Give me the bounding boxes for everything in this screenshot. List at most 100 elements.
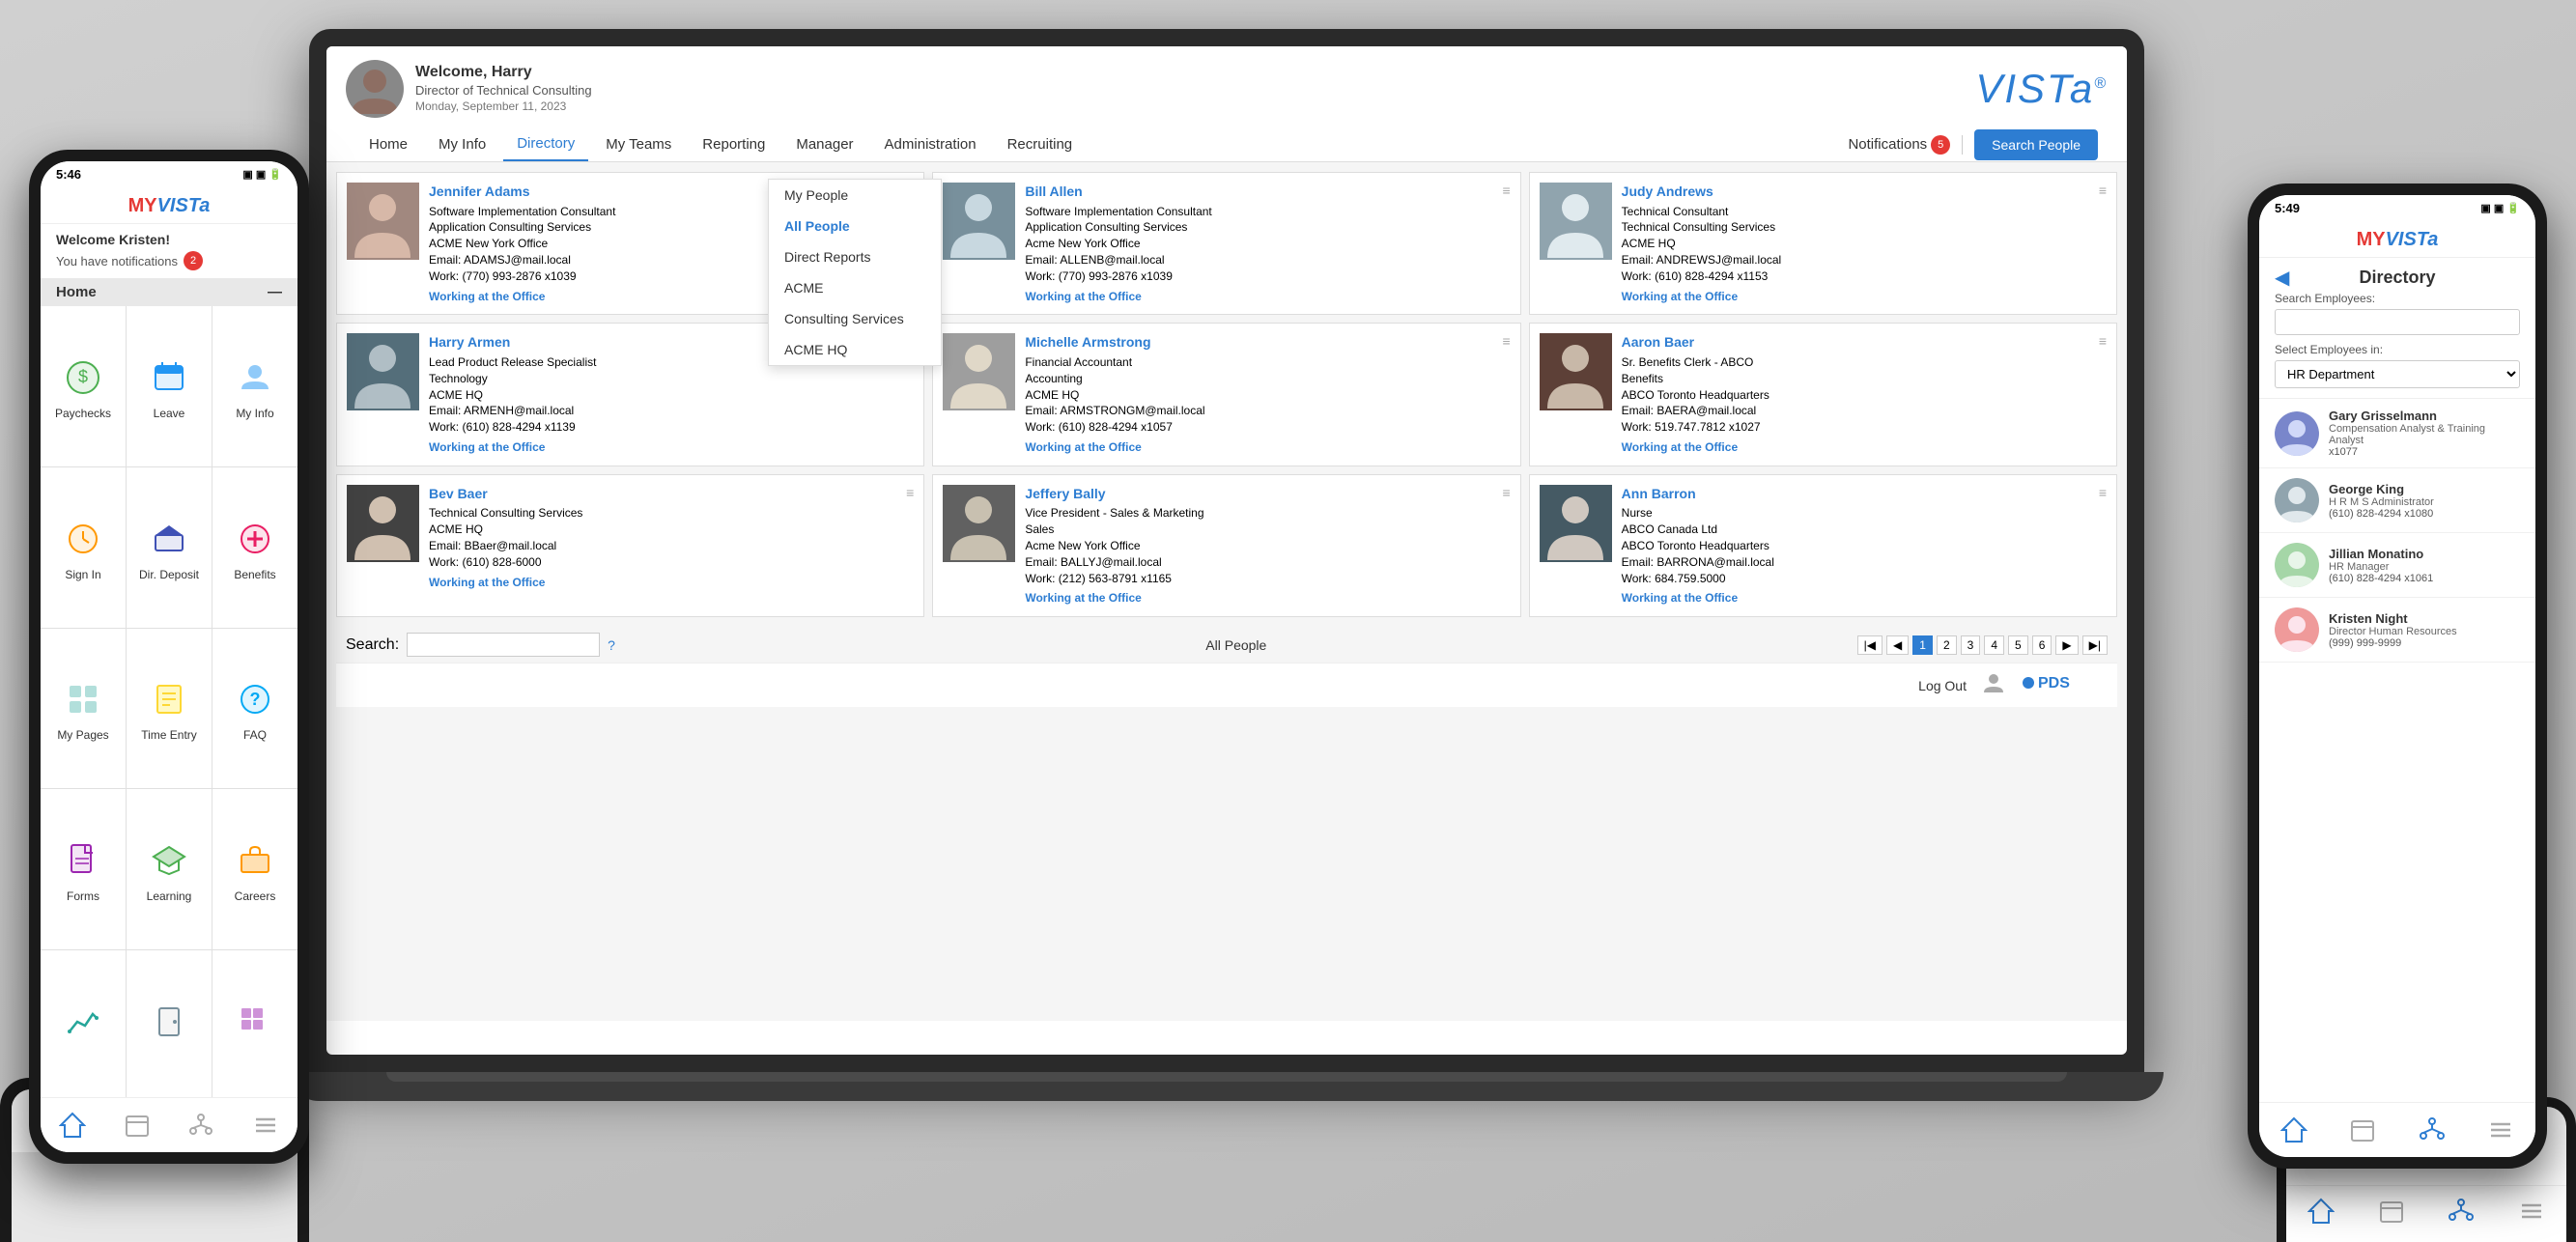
tile-door[interactable] [127,950,212,1097]
doc-icon [62,839,104,882]
search-help-icon[interactable]: ? [608,637,615,653]
tile-time-entry[interactable]: Time Entry [127,629,212,789]
employee-item-kristen[interactable]: Kristen Night Director Human Resources (… [2259,598,2535,663]
person-work-7: Work: (212) 563-8791 x1165 [1025,571,1492,587]
card-menu-icon-8[interactable]: ≡ [2099,485,2107,500]
emp-name-george: George King [2329,482,2520,496]
nav-reporting[interactable]: Reporting [689,128,778,160]
person-office-8: ABCO Toronto Headquarters [1622,538,2089,554]
card-menu-icon-6[interactable]: ≡ [906,485,914,500]
notification-count[interactable]: 2 [184,251,203,270]
card-menu-icon-4[interactable]: ≡ [1502,333,1510,349]
pencil-icon [148,678,190,720]
page-2-btn[interactable]: 2 [1937,635,1957,655]
nav-my-info[interactable]: My Info [425,128,499,160]
person-card-1[interactable]: Bill Allen Software Implementation Consu… [932,172,1520,315]
card-menu-icon-5[interactable]: ≡ [2099,333,2107,349]
tile-learning[interactable]: Learning [127,789,212,949]
nav-my-teams[interactable]: My Teams [592,128,685,160]
br-nav-calendar-icon[interactable] [2378,1198,2405,1230]
person-card-8[interactable]: Ann Barron Nurse ABCO Canada Ltd ABCO To… [1529,474,2117,617]
logout-button[interactable]: Log Out [1918,678,1967,693]
tile-leave[interactable]: Leave [127,306,212,466]
person-name-8[interactable]: Ann Barron [1622,485,2089,504]
nav-org-icon[interactable] [184,1108,218,1143]
person-card-5[interactable]: Aaron Baer Sr. Benefits Clerk - ABCO Ben… [1529,323,2117,466]
nav-recruiting[interactable]: Recruiting [994,128,1087,160]
nav-calendar-icon[interactable] [120,1108,155,1143]
nav-manager[interactable]: Manager [782,128,866,160]
dropdown-all-people[interactable]: All People [769,211,941,241]
employee-list: Gary Grisselmann Compensation Analyst & … [2259,399,2535,1102]
page-first-btn[interactable]: |◀ [1857,635,1882,655]
screen-header: Welcome, Harry Director of Technical Con… [326,46,2127,162]
nav-home[interactable]: Home [355,128,421,160]
r-nav-org-icon[interactable] [2415,1113,2449,1147]
person-name-4[interactable]: Michelle Armstrong [1025,333,1492,353]
br-nav-home-icon[interactable] [2307,1198,2335,1230]
person-card-6[interactable]: Bev Baer Technical Consulting Services A… [336,474,924,617]
tile-paychecks[interactable]: $ Paychecks [41,306,126,466]
r-nav-home-icon[interactable] [2277,1113,2311,1147]
dropdown-acme-hq[interactable]: ACME HQ [769,334,941,365]
app-header: MYVISTa [41,187,297,224]
tile-chart[interactable] [41,950,126,1097]
person-photo-1 [943,183,1015,260]
employee-item-jillian[interactable]: Jillian Monatino HR Manager (610) 828-42… [2259,533,2535,598]
nav-directory[interactable]: Directory [503,127,588,161]
person-name-1[interactable]: Bill Allen [1025,183,1492,202]
dir-department-select[interactable]: HR Department All Departments [2275,360,2520,388]
person-email-2: Email: ANDREWSJ@mail.local [1622,252,2089,268]
page-3-btn[interactable]: 3 [1961,635,1981,655]
nav-administration[interactable]: Administration [871,128,990,160]
notifications-button[interactable]: Notifications 5 [1848,135,1950,155]
page-5-btn[interactable]: 5 [2008,635,2028,655]
search-input[interactable] [407,633,600,657]
tile-forms[interactable]: Forms [41,789,126,949]
r-nav-menu-icon[interactable] [2483,1113,2518,1147]
card-menu-icon-1[interactable]: ≡ [1502,183,1510,198]
tile-my-pages[interactable]: My Pages [41,629,126,789]
tile-my-info[interactable]: My Info [212,306,297,466]
person-work-3: Work: (610) 828-4294 x1139 [429,419,896,436]
dropdown-acme[interactable]: ACME [769,272,941,303]
dropdown-my-people[interactable]: My People [769,180,941,211]
person-info-6: Bev Baer Technical Consulting Services A… [429,485,896,591]
person-card-2[interactable]: Judy Andrews Technical Consultant Techni… [1529,172,2117,315]
tile-sign-in[interactable]: Sign In [41,467,126,628]
page-last-btn[interactable]: ▶| [2082,635,2108,655]
tile-careers[interactable]: Careers [212,789,297,949]
r-nav-calendar-icon[interactable] [2345,1113,2380,1147]
tile-faq[interactable]: ? FAQ [212,629,297,789]
briefcase-icon [234,839,276,882]
nav-home-icon[interactable] [55,1108,90,1143]
person-card-4[interactable]: Michelle Armstrong Financial Accountant … [932,323,1520,466]
person-name-5[interactable]: Aaron Baer [1622,333,2089,353]
dir-search-input[interactable] [2275,309,2520,335]
tile-benefits[interactable]: Benefits [212,467,297,628]
page-prev-btn[interactable]: ◀ [1886,635,1909,655]
nav-menu-icon[interactable] [248,1108,283,1143]
br-nav-org-icon[interactable] [2448,1198,2475,1230]
employee-item-gary[interactable]: Gary Grisselmann Compensation Analyst & … [2259,399,2535,468]
page-4-btn[interactable]: 4 [1984,635,2004,655]
dropdown-direct-reports[interactable]: Direct Reports [769,241,941,272]
card-menu-icon-7[interactable]: ≡ [1502,485,1510,500]
tile-grid2[interactable] [212,950,297,1097]
person-card-7[interactable]: Jeffery Bally Vice President - Sales & M… [932,474,1520,617]
person-name-7[interactable]: Jeffery Bally [1025,485,1492,504]
person-name-2[interactable]: Judy Andrews [1622,183,2089,202]
dropdown-consulting-services[interactable]: Consulting Services [769,303,941,334]
minimize-icon[interactable]: — [268,284,282,300]
notifications-badge: 5 [1931,135,1950,155]
page-next-btn[interactable]: ▶ [2055,635,2078,655]
person-name-6[interactable]: Bev Baer [429,485,896,504]
br-nav-menu-icon[interactable] [2518,1198,2545,1230]
page-1-btn[interactable]: 1 [1912,635,1933,655]
tile-dir-deposit[interactable]: Dir. Deposit [127,467,212,628]
page-6-btn[interactable]: 6 [2032,635,2052,655]
card-menu-icon-2[interactable]: ≡ [2099,183,2107,198]
dir-back-button[interactable]: ◀ [2275,266,2289,290]
search-people-button[interactable]: Search People [1974,129,2098,160]
employee-item-george[interactable]: George King H R M S Administrator (610) … [2259,468,2535,533]
